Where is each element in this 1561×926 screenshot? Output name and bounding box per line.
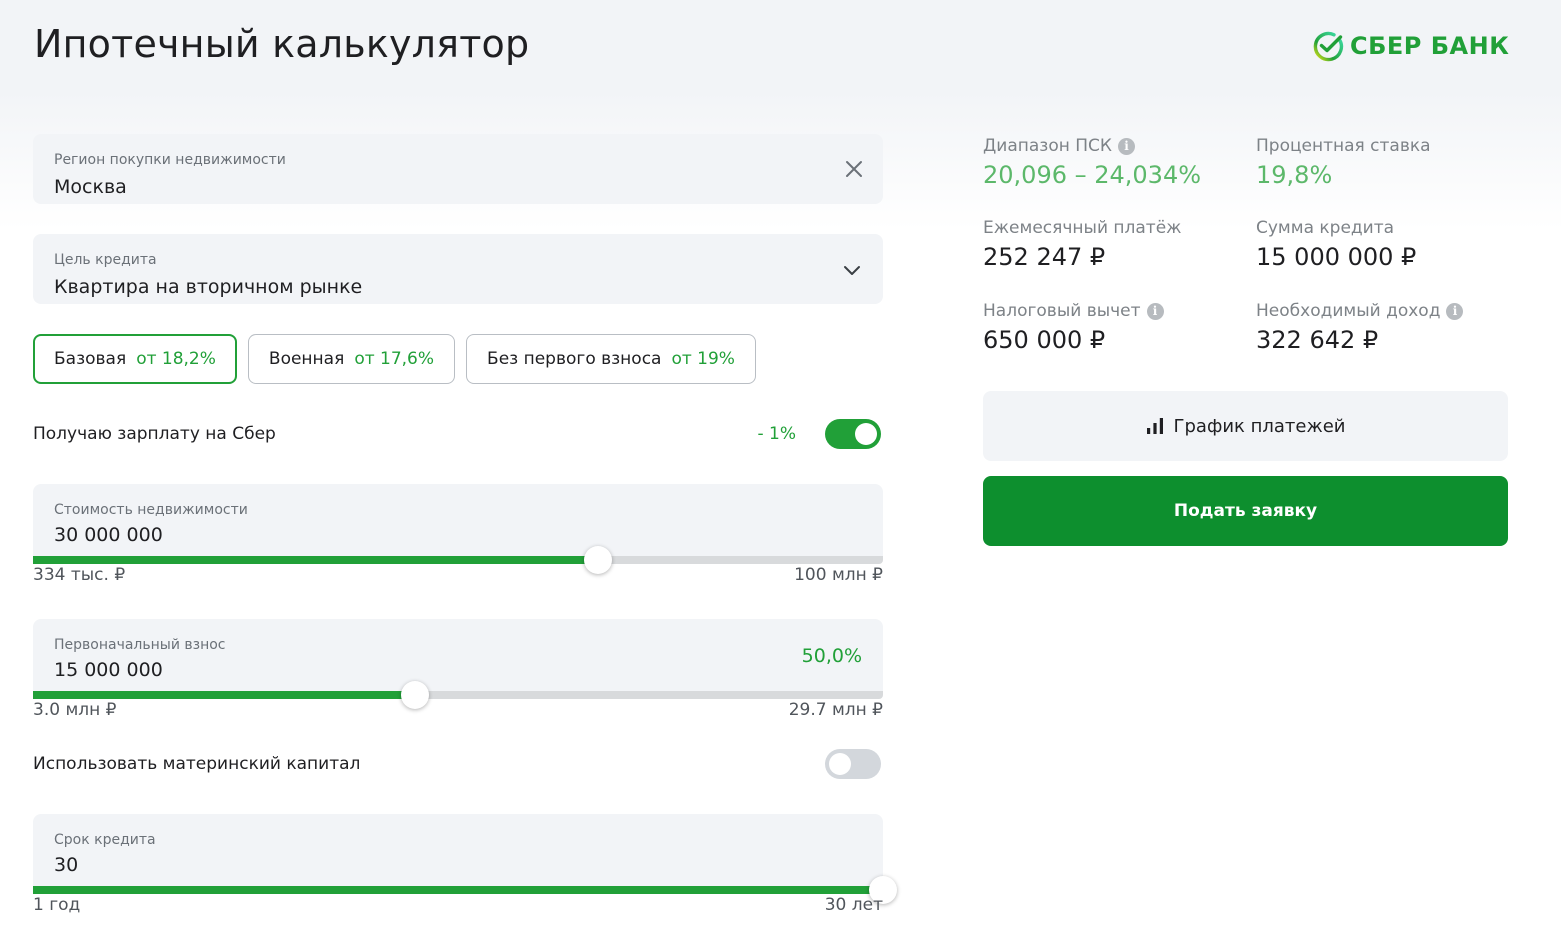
salary-toggle-row: Получаю зарплату на Сбер - 1%	[33, 418, 883, 450]
psk-value: 20,096 – 24,034%	[983, 161, 1202, 189]
monthly-value: 252 247 ₽	[983, 243, 1106, 271]
term-label: Срок кредита	[54, 832, 156, 848]
monthly-stat: Ежемесячный платёж 252 247 ₽	[983, 218, 1181, 271]
range-max: 29.7 млн ₽	[788, 700, 883, 720]
rate-stat: Процентная ставка 19,8%	[1256, 136, 1431, 189]
down-payment-slider[interactable]	[33, 681, 883, 709]
range-max: 100 млн ₽	[794, 565, 883, 585]
region-value: Москва	[54, 176, 127, 198]
income-label: Необходимый доход	[1256, 301, 1441, 321]
bar-chart-icon	[1146, 418, 1163, 434]
property-cost-range: 334 тыс. ₽ 100 млн ₽	[33, 565, 883, 585]
purpose-label: Цель кредита	[54, 252, 157, 268]
toggle-knob	[829, 753, 851, 775]
info-icon[interactable]: i	[1146, 302, 1164, 320]
down-payment-percent: 50,0%	[801, 645, 862, 667]
salary-toggle-label: Получаю зарплату на Сбер	[33, 424, 276, 444]
property-cost-value[interactable]: 30 000 000	[54, 524, 163, 546]
purpose-value: Квартира на вторичном рынке	[54, 276, 363, 298]
term-field[interactable]: Срок кредита 30	[33, 814, 897, 904]
page-title: Ипотечный калькулятор	[34, 22, 530, 66]
apply-label: Подать заявку	[1173, 501, 1318, 521]
salary-toggle[interactable]	[825, 419, 881, 449]
tab-basic[interactable]: Базовая от 18,2%	[33, 334, 237, 384]
program-tabs: Базовая от 18,2% Военная от 17,6% Без пе…	[33, 334, 756, 384]
down-payment-label: Первоначальный взнос	[54, 637, 226, 653]
close-icon[interactable]	[843, 158, 865, 180]
psk-label: Диапазон ПСК	[983, 136, 1112, 156]
monthly-label: Ежемесячный платёж	[983, 218, 1182, 238]
term-slider[interactable]	[33, 876, 897, 904]
loan-value: 15 000 000 ₽	[1256, 243, 1417, 271]
tab-military-rate: от 17,6%	[354, 349, 435, 369]
purpose-select[interactable]: Цель кредита Квартира на вторичном рынке	[33, 234, 883, 304]
slider-fill	[33, 691, 415, 699]
tax-label: Налоговый вычет	[983, 301, 1141, 321]
sber-logo-icon	[1313, 31, 1344, 62]
property-cost-slider[interactable]	[33, 546, 883, 574]
info-icon[interactable]: i	[1117, 137, 1135, 155]
range-min: 1 год	[33, 895, 81, 915]
tax-stat: Налоговый вычет i 650 000 ₽	[983, 301, 1164, 354]
property-cost-field[interactable]: Стоимость недвижимости 30 000 000	[33, 484, 883, 574]
salary-discount: - 1%	[757, 424, 796, 444]
down-payment-range: 3.0 млн ₽ 29.7 млн ₽	[33, 700, 883, 720]
tab-basic-rate: от 18,2%	[136, 349, 216, 369]
income-stat: Необходимый доход i 322 642 ₽	[1256, 301, 1464, 354]
slider-fill	[33, 886, 883, 894]
maternity-toggle-label: Использовать материнский капитал	[33, 754, 361, 774]
tab-no-down-payment-label: Без первого взноса	[487, 349, 662, 369]
maternity-toggle-row: Использовать материнский капитал	[33, 748, 883, 780]
toggle-knob	[855, 423, 877, 445]
tab-military[interactable]: Военная от 17,6%	[247, 334, 456, 384]
maternity-toggle[interactable]	[825, 749, 881, 779]
region-field[interactable]: Регион покупки недвижимости Москва	[33, 134, 883, 204]
tab-military-label: Военная	[268, 349, 345, 369]
info-icon[interactable]: i	[1446, 302, 1464, 320]
payment-schedule-label: График платежей	[1173, 415, 1346, 437]
property-cost-label: Стоимость недвижимости	[54, 502, 248, 518]
rate-label: Процентная ставка	[1256, 136, 1431, 156]
sber-logo[interactable]: СБЕР БАНК	[1312, 30, 1509, 62]
term-value[interactable]: 30	[54, 854, 78, 876]
tax-value: 650 000 ₽	[983, 326, 1106, 354]
range-min: 3.0 млн ₽	[33, 700, 117, 720]
psk-stat: Диапазон ПСК i 20,096 – 24,034%	[983, 136, 1201, 189]
payment-schedule-button[interactable]: График платежей	[983, 391, 1508, 461]
tab-basic-label: Базовая	[54, 349, 127, 369]
chevron-down-icon[interactable]	[841, 259, 863, 281]
range-min: 334 тыс. ₽	[33, 565, 126, 585]
term-range: 1 год 30 лет	[33, 895, 883, 915]
slider-fill	[33, 556, 599, 564]
region-label: Регион покупки недвижимости	[54, 152, 286, 168]
tab-no-down-payment[interactable]: Без первого взноса от 19%	[466, 334, 756, 384]
apply-button[interactable]: Подать заявку	[983, 476, 1508, 546]
logo-text: СБЕР БАНК	[1350, 32, 1510, 60]
loan-stat: Сумма кредита 15 000 000 ₽	[1256, 218, 1416, 271]
range-max: 30 лет	[824, 895, 883, 915]
income-value: 322 642 ₽	[1256, 326, 1379, 354]
down-payment-value[interactable]: 15 000 000	[54, 659, 163, 681]
down-payment-field[interactable]: Первоначальный взнос 15 000 000 50,0%	[33, 619, 883, 709]
loan-label: Сумма кредита	[1256, 218, 1395, 238]
rate-value: 19,8%	[1256, 161, 1333, 189]
tab-no-down-payment-rate: от 19%	[671, 349, 735, 369]
